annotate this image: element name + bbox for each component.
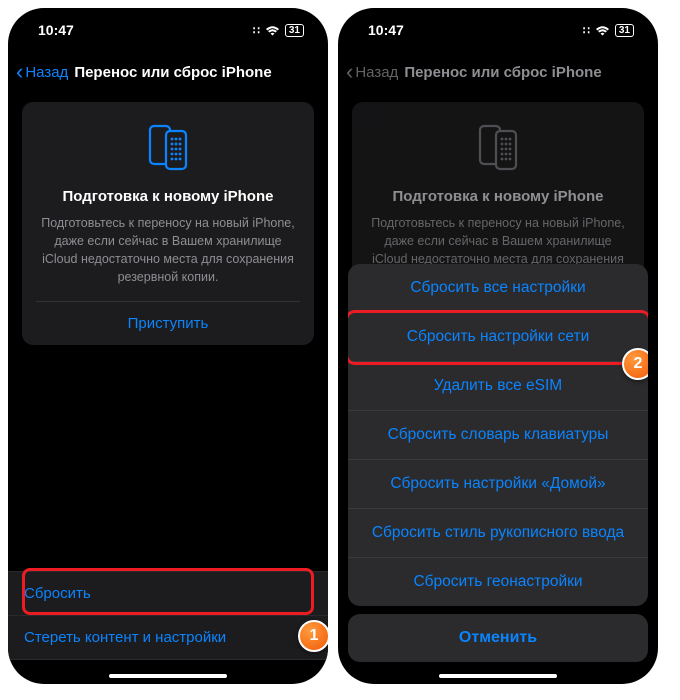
reset-keyboard-dict[interactable]: Сбросить словарь клавиатуры <box>348 411 648 460</box>
back-button[interactable]: Назад <box>25 64 68 81</box>
chevron-back-icon: ‹ <box>346 59 353 85</box>
prepare-card: Подготовка к новому iPhone Подготовьтесь… <box>352 102 644 287</box>
status-time: 10:47 <box>368 22 404 38</box>
erase-row[interactable]: Стереть контент и настройки <box>8 616 328 660</box>
battery-icon: 31 <box>285 24 304 37</box>
content-area: Подготовка к новому iPhone Подготовьтесь… <box>8 92 328 355</box>
reset-row[interactable]: Сбросить <box>8 571 328 616</box>
step-badge-1: 1 <box>298 620 328 652</box>
home-indicator[interactable] <box>439 674 557 678</box>
phones-icon <box>366 122 630 172</box>
card-description: Подготовьтесь к переносу на новый iPhone… <box>36 214 300 287</box>
phone-left: 10:47 ∷ 31 ‹ Назад Перенос или сброс iPh… <box>8 8 328 684</box>
wifi-icon <box>265 25 280 36</box>
reset-home-layout[interactable]: Сбросить настройки «Домой» <box>348 460 648 509</box>
reset-network-settings[interactable]: Сбросить настройки сети <box>348 313 648 362</box>
bottom-list: Сбросить Стереть контент и настройки 1 <box>8 571 328 660</box>
dots-icon: ∷ <box>583 24 590 37</box>
action-sheet: Сбросить все настройки Сбросить настройк… <box>338 264 658 684</box>
cancel-button[interactable]: Отменить <box>348 614 648 662</box>
status-indicators: ∷ 31 <box>583 24 634 37</box>
battery-icon: 31 <box>615 24 634 37</box>
nav-title: Перенос или сброс iPhone <box>74 64 271 81</box>
card-title: Подготовка к новому iPhone <box>36 188 300 205</box>
chevron-back-icon[interactable]: ‹ <box>16 59 23 85</box>
status-time: 10:47 <box>38 22 74 38</box>
home-indicator[interactable] <box>109 674 227 678</box>
prepare-card: Подготовка к новому iPhone Подготовьтесь… <box>22 102 314 345</box>
reset-handwriting[interactable]: Сбросить стиль рукописного ввода <box>348 509 648 558</box>
delete-esim[interactable]: Удалить все eSIM <box>348 362 648 411</box>
dots-icon: ∷ <box>253 24 260 37</box>
nav-title: Перенос или сброс iPhone <box>404 64 601 81</box>
card-title: Подготовка к новому iPhone <box>366 188 630 205</box>
phone-right: 10:47 ∷ 31 ‹ Назад Перенос или сброс iPh… <box>338 8 658 684</box>
wifi-icon <box>595 25 610 36</box>
status-bar: 10:47 ∷ 31 <box>8 8 328 52</box>
reset-location[interactable]: Сбросить геонастройки <box>348 558 648 606</box>
reset-all-settings[interactable]: Сбросить все настройки <box>348 264 648 313</box>
get-started-button[interactable]: Приступить <box>36 301 300 345</box>
status-indicators: ∷ 31 <box>253 24 304 37</box>
sheet-options: Сбросить все настройки Сбросить настройк… <box>348 264 648 606</box>
nav-bar: ‹ Назад Перенос или сброс iPhone <box>8 52 328 92</box>
back-button: Назад <box>355 64 398 81</box>
status-bar: 10:47 ∷ 31 <box>338 8 658 52</box>
phones-icon <box>36 122 300 172</box>
nav-bar-dim: ‹ Назад Перенос или сброс iPhone <box>338 52 658 92</box>
